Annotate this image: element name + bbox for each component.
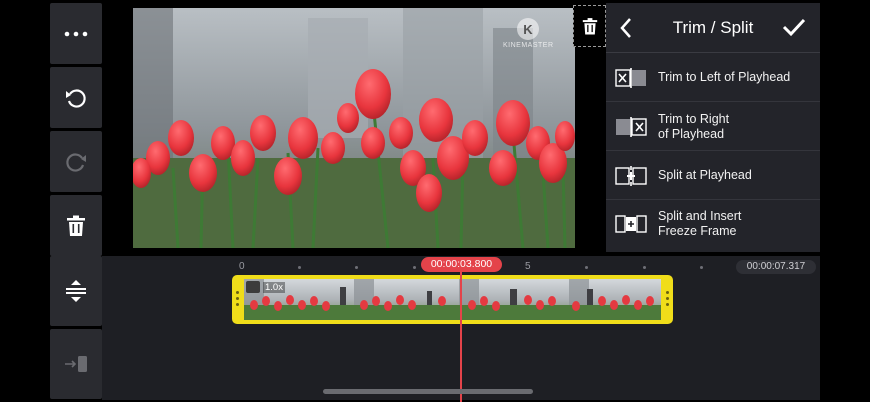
trash-icon [582, 17, 597, 34]
jump-to-end-button[interactable] [50, 329, 102, 399]
confirm-button[interactable] [782, 17, 806, 42]
checkmark-icon [782, 18, 806, 37]
expand-tracks-button[interactable] [50, 256, 102, 326]
clip-left-handle[interactable] [236, 291, 239, 309]
ruler-tick [700, 266, 703, 269]
redo-icon [66, 152, 86, 172]
clip-delete-button[interactable] [573, 5, 606, 47]
clip-right-handle[interactable] [666, 291, 669, 309]
ruler-tick [585, 266, 588, 269]
watermark-text: KINEMASTER [503, 42, 554, 49]
option-label: Trim to Left of Playhead [658, 70, 791, 84]
playhead[interactable] [460, 270, 462, 402]
jump-to-end-icon [65, 356, 87, 372]
panel-header: Trim / Split [606, 3, 820, 53]
ruler-tick [298, 266, 301, 269]
option-label: Split at Playhead [658, 168, 752, 182]
trim-left-icon [615, 67, 646, 88]
option-label: Trim to Right of Playhead [658, 111, 730, 141]
total-duration-badge: 00:00:07.317 [736, 260, 816, 274]
chevron-left-icon [620, 18, 631, 38]
more-button[interactable] [50, 3, 102, 64]
delete-button[interactable] [50, 195, 102, 256]
ruler-label-0: 0 [239, 261, 245, 272]
video-preview[interactable]: K KINEMASTER [133, 8, 575, 248]
watermark-glyph: K [517, 18, 539, 40]
trim-split-panel: Trim / Split Trim to Left of Playhead Tr… [606, 3, 820, 252]
option-label: Split and Insert Freeze Frame [658, 209, 742, 238]
split-icon [615, 165, 647, 186]
split-freeze-option[interactable]: Split and Insert Freeze Frame [606, 200, 820, 248]
more-horizontal-icon [64, 31, 88, 36]
timeline-scrollbar[interactable] [323, 389, 533, 394]
ruler-tick [413, 266, 416, 269]
film-icon [246, 281, 260, 293]
trim-right-option[interactable]: Trim to Right of Playhead [606, 103, 820, 151]
ruler-tick [643, 266, 646, 269]
clip-speed-label: 1.0x [263, 281, 285, 293]
kinemaster-editor: K KINEMASTER Trim / Split Trim to Left o… [0, 0, 870, 402]
panel-title: Trim / Split [672, 17, 754, 37]
clip-thumbnail-strip [244, 279, 661, 320]
undo-button[interactable] [50, 67, 102, 128]
undo-icon [66, 88, 86, 108]
back-button[interactable] [620, 17, 632, 44]
ruler-tick [355, 266, 358, 269]
split-option[interactable]: Split at Playhead [606, 152, 820, 200]
redo-button[interactable] [50, 131, 102, 192]
video-clip[interactable]: 1.0x [232, 275, 673, 324]
watermark-logo: K KINEMASTER [503, 18, 553, 49]
expand-tracks-icon [66, 280, 86, 302]
trim-right-icon [616, 116, 647, 137]
trash-icon [67, 215, 85, 236]
ruler-label-5: 5 [525, 261, 531, 272]
clip-thumbnails [244, 279, 661, 320]
split-freeze-icon [615, 215, 647, 233]
trim-left-option[interactable]: Trim to Left of Playhead [606, 54, 820, 102]
clip-speed-badge: 1.0x [246, 280, 285, 294]
